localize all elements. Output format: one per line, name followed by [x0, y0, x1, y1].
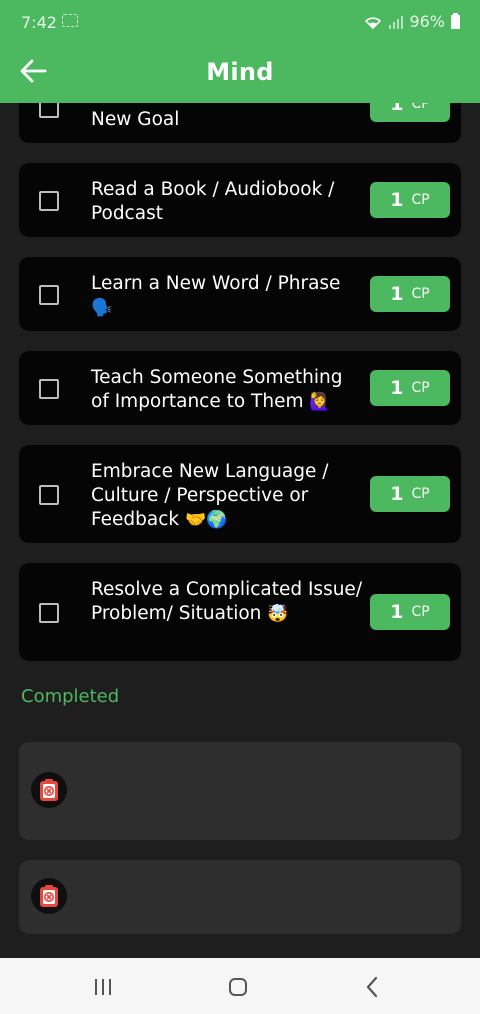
cp-button[interactable]: 1 CP [370, 103, 450, 122]
task-label: Resolve a Complicated Issue/ Problem/ Si… [91, 579, 363, 624]
cp-button[interactable]: 1 CP [370, 276, 450, 312]
clipboard-x-icon [31, 878, 67, 914]
task-label: Read a Book / Audiobook / Podcast [91, 179, 335, 224]
cp-button[interactable]: 1 CP [370, 370, 450, 406]
task-checkbox[interactable] [39, 285, 59, 305]
task-label: Teach Someone Something of Importance to… [91, 367, 343, 412]
signal-icon [389, 15, 404, 29]
raising-hand-emoji: 🙋‍♀️ [309, 392, 331, 412]
completed-item[interactable] [19, 742, 461, 840]
task-card: Teach Someone Something of Importance to… [19, 351, 461, 425]
task-label: Embrace New Language / Culture / Perspec… [91, 461, 329, 530]
task-checkbox[interactable] [39, 603, 59, 623]
recents-icon[interactable] [90, 974, 116, 1000]
task-card: New Goal 1 CP [19, 103, 461, 143]
task-list[interactable]: New Goal 1 CP Read a Book / Audiobook / … [0, 103, 480, 958]
app-bar: 7:42 96% Mind [0, 0, 480, 103]
battery-icon [451, 12, 460, 29]
task-label: New Goal [91, 109, 180, 130]
cp-button[interactable]: 1 CP [370, 182, 450, 218]
task-checkbox[interactable] [39, 379, 59, 399]
exploding-head-emoji: 🤯 [267, 604, 289, 624]
task-card: Learn a New Word / Phrase 🗣️ 1 CP [19, 257, 461, 331]
task-checkbox[interactable] [39, 191, 59, 211]
status-time: 7:42 [21, 13, 57, 32]
handshake-globe-emoji: 🤝🌍 [185, 510, 228, 530]
completed-heading: Completed [21, 686, 120, 707]
cp-button[interactable]: 1 CP [370, 594, 450, 630]
clipboard-x-icon [31, 772, 67, 808]
wifi-icon [365, 16, 382, 29]
system-nav-bar [0, 958, 480, 1014]
task-label: Learn a New Word / Phrase 🗣️ [91, 273, 341, 318]
task-checkbox[interactable] [39, 485, 59, 505]
speaking-head-emoji: 🗣️ [91, 298, 113, 318]
battery-percentage: 96% [409, 12, 445, 31]
status-bar: 7:42 96% [0, 0, 480, 46]
task-card: Resolve a Complicated Issue/ Problem/ Si… [19, 563, 461, 661]
back-icon[interactable] [360, 974, 386, 1000]
task-card: Read a Book / Audiobook / Podcast 1 CP [19, 163, 461, 237]
home-icon[interactable] [225, 974, 251, 1000]
task-card: Embrace New Language / Culture / Perspec… [19, 445, 461, 543]
screen-cast-icon [62, 14, 78, 27]
completed-item[interactable] [19, 860, 461, 934]
task-checkbox[interactable] [39, 103, 59, 118]
page-title: Mind [206, 58, 274, 86]
cp-button[interactable]: 1 CP [370, 476, 450, 512]
